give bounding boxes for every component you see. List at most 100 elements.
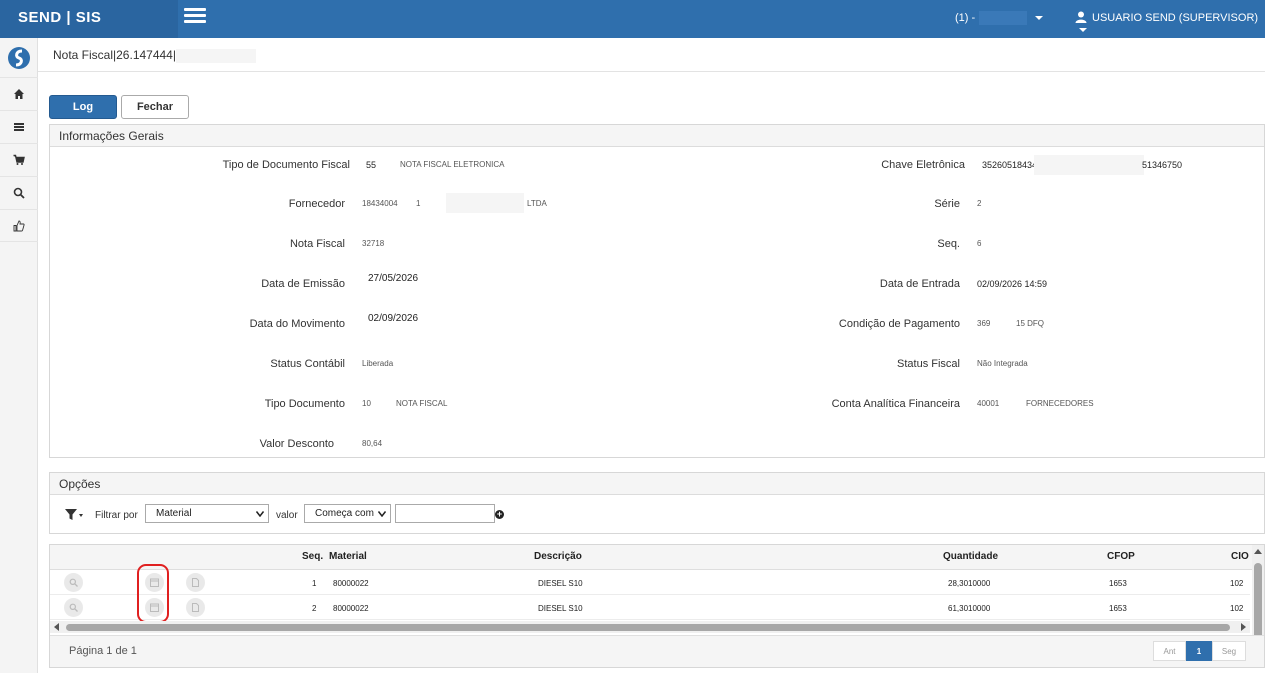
cell-cio: 102 xyxy=(1230,604,1244,613)
field-value: 10 xyxy=(362,399,371,408)
menu-toggle-icon[interactable] xyxy=(184,8,206,26)
annotation-highlight xyxy=(137,564,169,623)
field-value: 40001 xyxy=(977,399,1000,408)
field-value: 02/09/2026 xyxy=(368,313,419,324)
close-button[interactable]: Fechar xyxy=(121,95,189,119)
chevron-down-icon xyxy=(1079,28,1087,33)
sidebar xyxy=(0,38,38,673)
cell-cfop: 1653 xyxy=(1109,604,1127,613)
column-header-seq[interactable]: Seq. xyxy=(302,551,323,562)
log-button[interactable]: Log xyxy=(49,95,117,119)
cell-quantidade: 61,3010000 xyxy=(948,604,991,613)
field-value: 51346750 xyxy=(1142,160,1183,170)
filter-field-value: Material xyxy=(156,508,192,519)
add-filter-icon[interactable]: + xyxy=(495,510,504,519)
chevron-down-icon xyxy=(378,511,386,517)
field-value: 55 xyxy=(366,160,377,170)
field-value: NOTA FISCAL xyxy=(396,399,448,408)
options-panel: Opções Filtrar por Material valor Começa… xyxy=(49,472,1265,534)
cart-icon xyxy=(13,154,25,165)
sidebar-item-home[interactable] xyxy=(0,77,38,110)
field-value: 15 DFQ xyxy=(1016,319,1045,328)
scroll-thumb[interactable] xyxy=(1254,563,1262,645)
general-info-heading: Informações Gerais xyxy=(50,125,1264,147)
filter-field-select[interactable]: Material xyxy=(145,504,269,523)
redacted-area xyxy=(446,193,524,213)
field-value: 32718 xyxy=(362,239,385,248)
document-icon[interactable] xyxy=(186,598,205,617)
column-header-quantidade[interactable]: Quantidade xyxy=(943,551,998,562)
company-selector[interactable]: (1) - xyxy=(955,11,1044,25)
value-label: valor xyxy=(276,510,298,521)
filter-by-label: Filtrar por xyxy=(95,510,138,521)
field-label: Tipo de Documento Fiscal xyxy=(222,159,350,171)
field-value: FORNECEDORES xyxy=(1026,399,1094,408)
field-label: Condição de Pagamento xyxy=(838,318,960,330)
sidebar-item-search[interactable] xyxy=(0,176,38,209)
field-label: Conta Analítica Financeira xyxy=(831,398,960,410)
field-value: NOTA FISCAL ELETRONICA xyxy=(400,160,505,169)
prev-page-button[interactable]: Ant xyxy=(1153,641,1186,661)
match-mode-select[interactable]: Começa com xyxy=(304,504,391,523)
user-menu[interactable]: USUARIO SEND (SUPERVISOR) xyxy=(1075,11,1265,36)
field-label: Seq. xyxy=(937,238,960,250)
field-label: Valor Desconto xyxy=(259,438,334,450)
cell-descricao: DIESEL S10 xyxy=(538,579,583,588)
scroll-left-icon[interactable] xyxy=(54,623,59,631)
document-icon[interactable] xyxy=(186,573,205,592)
field-value: 6 xyxy=(977,239,982,248)
sidebar-item-approve[interactable] xyxy=(0,209,38,242)
table-row[interactable]: 1 80000022 DIESEL S10 28,3010000 1653 10… xyxy=(50,570,1250,595)
home-icon xyxy=(14,89,24,99)
table-row[interactable]: 2 80000022 DIESEL S10 61,3010000 1653 10… xyxy=(50,595,1250,620)
grid-footer: Página 1 de 1 Ant 1 Seg xyxy=(50,635,1264,667)
filter-value-input[interactable] xyxy=(395,504,495,523)
field-value: 02/09/2026 14:59 xyxy=(977,279,1048,289)
cell-descricao: DIESEL S10 xyxy=(538,604,583,613)
chevron-down-icon xyxy=(256,511,264,517)
field-label: Data do Movimento xyxy=(249,318,345,330)
vertical-scrollbar[interactable] xyxy=(1252,545,1264,645)
column-header-material[interactable]: Material xyxy=(329,551,367,562)
scroll-right-icon[interactable] xyxy=(1241,623,1246,631)
field-label: Status Contábil xyxy=(270,358,345,370)
filter-icon[interactable] xyxy=(64,508,84,522)
cell-material: 80000022 xyxy=(333,579,369,588)
scroll-thumb[interactable] xyxy=(66,624,1230,631)
match-mode-value: Começa com xyxy=(315,508,374,519)
column-header-descricao[interactable]: Descrição xyxy=(534,551,582,562)
top-bar: SEND | SIS (1) - USUARIO SEND (SUPERVISO… xyxy=(0,0,1265,38)
cell-cfop: 1653 xyxy=(1109,579,1127,588)
field-value: 2 xyxy=(977,199,982,208)
horizontal-scrollbar[interactable] xyxy=(50,621,1250,633)
chevron-down-icon xyxy=(1035,16,1044,20)
field-label: Status Fiscal xyxy=(897,358,960,370)
page-button[interactable]: 1 xyxy=(1186,641,1212,661)
view-icon[interactable] xyxy=(64,598,83,617)
page-info: Página 1 de 1 xyxy=(69,645,137,657)
field-value: 80,64 xyxy=(362,439,383,448)
cell-seq: 2 xyxy=(312,604,317,613)
sidebar-item-list[interactable] xyxy=(0,110,38,143)
cell-seq: 1 xyxy=(312,579,317,588)
field-label: Chave Eletrônica xyxy=(881,159,965,171)
options-heading: Opções xyxy=(50,473,1264,495)
sidebar-item-cart[interactable] xyxy=(0,143,38,176)
list-icon xyxy=(14,123,24,131)
column-header-cio[interactable]: CIO xyxy=(1231,551,1249,562)
brand-logo[interactable]: SEND | SIS xyxy=(0,0,178,38)
next-page-button[interactable]: Seg xyxy=(1212,641,1246,661)
field-value: LTDA xyxy=(527,199,547,208)
field-label: Tipo Documento xyxy=(264,398,345,410)
column-header-cfop[interactable]: CFOP xyxy=(1107,551,1135,562)
divider xyxy=(38,71,1265,72)
user-name: USUARIO SEND (SUPERVISOR) xyxy=(1092,12,1259,24)
cell-material: 80000022 xyxy=(333,604,369,613)
view-icon[interactable] xyxy=(64,573,83,592)
field-label: Data de Emissão xyxy=(261,278,345,290)
field-label: Data de Entrada xyxy=(879,278,960,290)
thumbs-up-icon xyxy=(13,220,25,231)
grid-header: Seq. Material Descrição Quantidade CFOP … xyxy=(50,545,1264,570)
page-title: Nota Fiscal|26.147444| xyxy=(53,48,256,63)
scroll-up-icon[interactable] xyxy=(1254,549,1262,554)
